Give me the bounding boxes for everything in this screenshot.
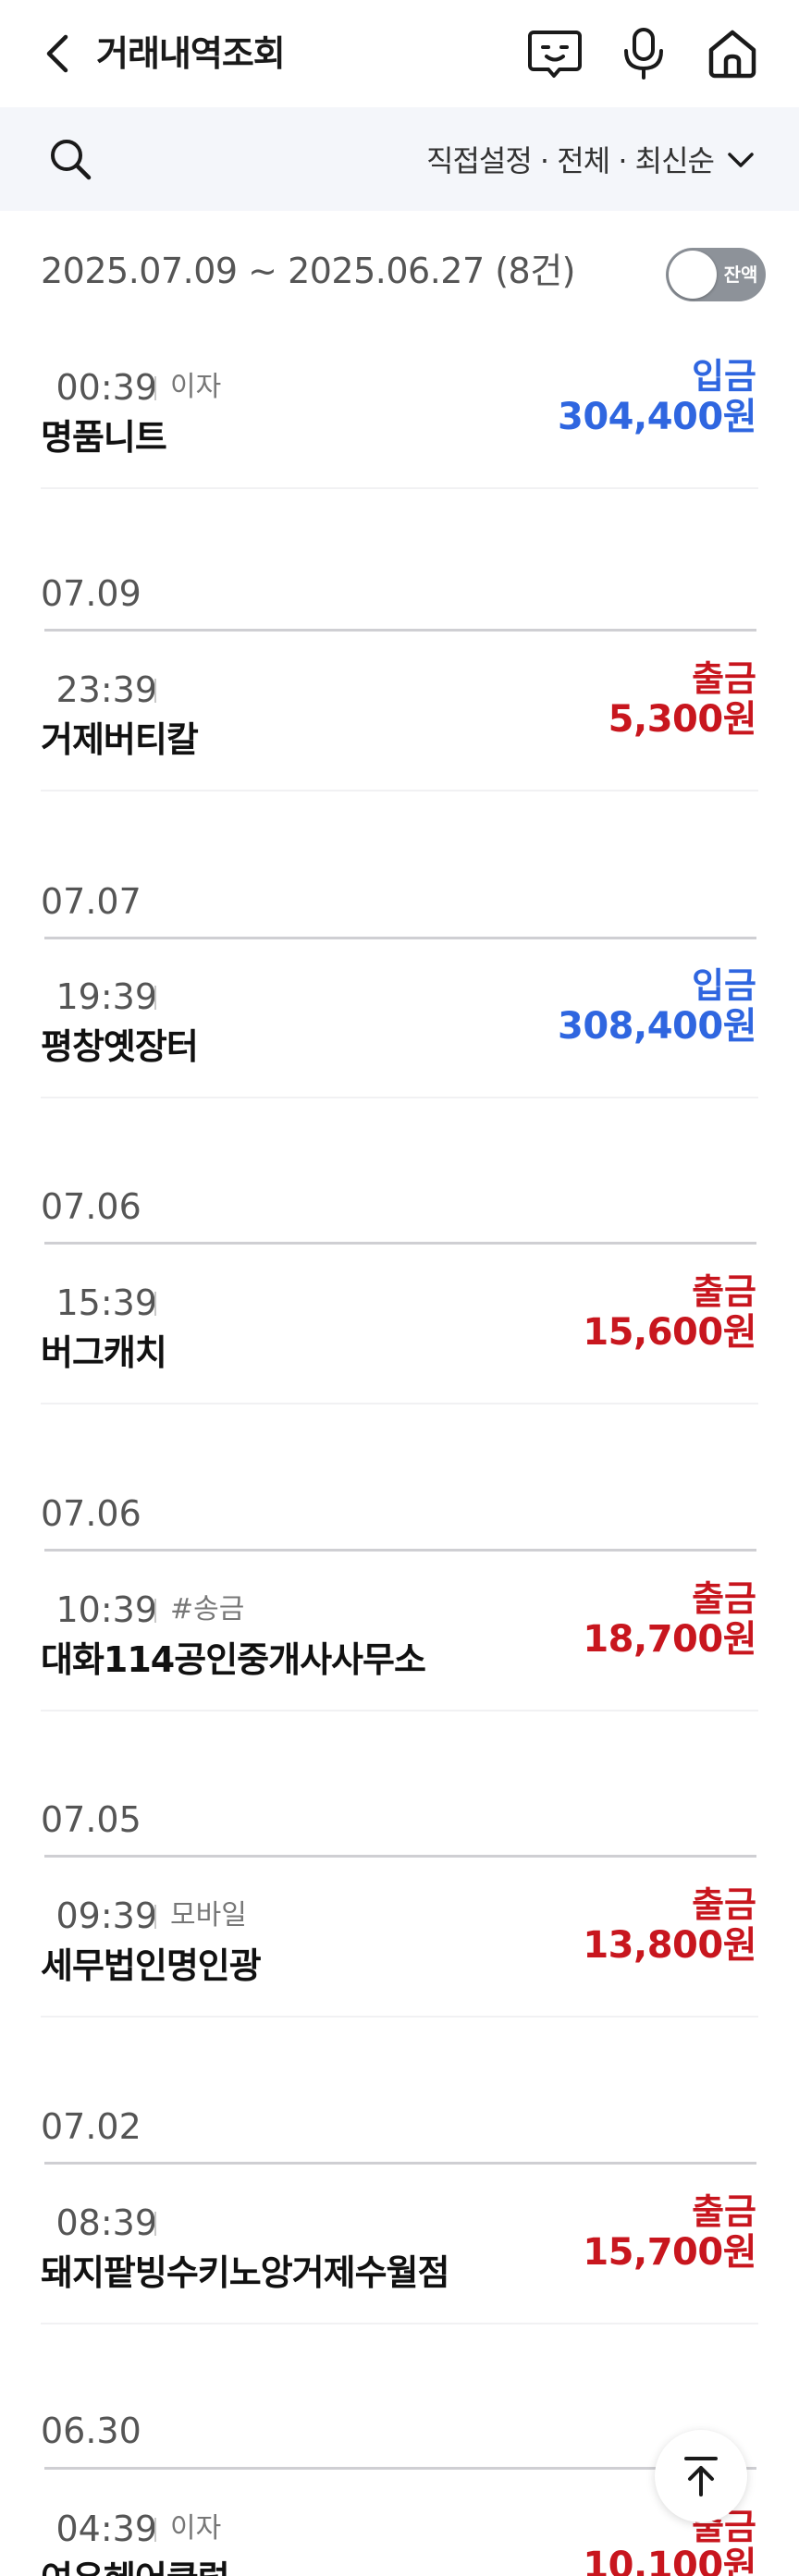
chevron-down-icon — [727, 141, 755, 177]
transaction-type: 출금 — [692, 1884, 756, 1925]
balance-toggle-label: 잔액 — [723, 264, 758, 286]
transaction-type: 출금 — [692, 1578, 756, 1619]
date-range-summary: 2025.07.09 ~ 2025.06.27 (8건) — [41, 251, 576, 291]
date-header: 07.09 — [41, 573, 141, 614]
microphone-icon[interactable] — [614, 24, 673, 83]
transaction-amount: 13,800원 — [583, 1924, 756, 1967]
back-arrow-icon[interactable] — [33, 28, 81, 80]
transaction-amount: 5,300원 — [608, 698, 757, 741]
row-separator — [41, 790, 758, 791]
transaction-amount: 308,400원 — [558, 1005, 757, 1048]
transaction-row[interactable]: 23:39 거제버티칼 출금 5,300원 — [0, 658, 799, 825]
transaction-tag: 이자 — [170, 2512, 222, 2545]
transaction-tag: #송금 — [170, 1593, 245, 1625]
search-icon[interactable] — [43, 131, 98, 187]
row-separator — [41, 1710, 758, 1711]
date-divider — [44, 629, 756, 632]
row-separator — [41, 487, 758, 489]
transaction-time: 04:39 — [55, 2509, 157, 2549]
transaction-time: 08:39 — [55, 2202, 157, 2243]
chatbot-icon[interactable] — [525, 24, 584, 83]
divider — [154, 376, 156, 400]
date-divider — [44, 2162, 756, 2165]
transaction-amount: 15,600원 — [583, 1311, 756, 1354]
date-header: 07.07 — [41, 881, 141, 922]
transaction-time: 10:39 — [55, 1589, 157, 1630]
app-header: 거래내역조회 — [0, 0, 799, 107]
row-separator — [41, 1403, 758, 1405]
transaction-row[interactable]: 00:39 이자 명품니트 입금 304,400원 — [0, 356, 799, 522]
transaction-tag: 이자 — [170, 371, 222, 403]
date-divider — [44, 1549, 756, 1552]
divider — [154, 2212, 156, 2236]
transaction-row[interactable]: 19:39 평창옛장터 입금 308,400원 — [0, 965, 799, 1132]
transaction-row[interactable]: 10:39 #송금 대화114공인중개사사무소 출금 18,700원 — [0, 1578, 799, 1745]
transaction-time: 15:39 — [55, 1282, 157, 1323]
transaction-tag: 모바일 — [170, 1899, 247, 1932]
transaction-row[interactable]: 09:39 모바일 세무법인명인광 출금 13,800원 — [0, 1884, 799, 2051]
arrow-up-icon — [684, 2457, 718, 2496]
divider — [154, 986, 156, 1010]
transaction-time: 19:39 — [55, 976, 157, 1017]
divider — [154, 2518, 156, 2542]
transaction-row[interactable]: 15:39 버그캐치 출금 15,600원 — [0, 1271, 799, 1438]
date-header: 07.02 — [41, 2106, 141, 2147]
transaction-name: 거제버티칼 — [41, 719, 199, 760]
transaction-time: 23:39 — [55, 669, 157, 710]
transaction-name: 명품니트 — [41, 417, 167, 458]
home-icon[interactable] — [703, 24, 762, 83]
transaction-type: 입금 — [692, 965, 756, 1006]
date-divider — [44, 937, 756, 939]
scroll-to-top-button[interactable] — [655, 2430, 747, 2522]
filter-bar: 직접설정 · 전체 · 최신순 — [0, 107, 799, 211]
date-header: 06.30 — [41, 2410, 141, 2451]
transaction-time: 09:39 — [55, 1895, 157, 1936]
transaction-type: 출금 — [692, 658, 756, 699]
page-title: 거래내역조회 — [96, 33, 286, 74]
transaction-name: 버그캐치 — [41, 1332, 167, 1373]
date-divider — [44, 1855, 756, 1858]
transaction-row[interactable]: 08:39 돼지팥빙수키노앙거제수월점 출금 15,700원 — [0, 2191, 799, 2358]
divider — [154, 1905, 156, 1929]
transaction-time: 00:39 — [55, 367, 157, 408]
date-divider — [44, 2467, 756, 2470]
filter-label: 직접설정 · 전체 · 최신순 — [426, 143, 715, 178]
divider — [154, 1599, 156, 1623]
transaction-type: 출금 — [692, 1271, 756, 1312]
balance-toggle[interactable]: 잔액 — [666, 248, 766, 301]
row-separator — [41, 1097, 758, 1098]
transaction-name: 돼지팥빙수키노앙거제수월점 — [41, 2252, 449, 2293]
date-header: 07.06 — [41, 1186, 141, 1227]
transaction-name: 세무법인명인광 — [41, 1945, 262, 1986]
transaction-type: 출금 — [692, 2191, 756, 2232]
row-separator — [41, 2016, 758, 2018]
transaction-name: 여우헤어클럽 — [41, 2555, 230, 2576]
row-separator — [41, 2323, 758, 2325]
divider — [154, 679, 156, 703]
toggle-knob — [669, 251, 717, 299]
transaction-type: 입금 — [692, 356, 756, 397]
transaction-amount: 304,400원 — [558, 396, 757, 438]
filter-dropdown[interactable]: 직접설정 · 전체 · 최신순 — [426, 131, 755, 187]
divider — [154, 1292, 156, 1316]
date-header: 07.06 — [41, 1493, 141, 1534]
date-header: 07.05 — [41, 1799, 141, 1840]
transaction-amount: 10,100원 — [583, 2545, 756, 2576]
date-divider — [44, 1242, 756, 1245]
transaction-name: 평창옛장터 — [41, 1026, 199, 1067]
transaction-name: 대화114공인중개사사무소 — [41, 1639, 426, 1680]
transaction-amount: 18,700원 — [583, 1618, 756, 1661]
transaction-amount: 15,700원 — [583, 2231, 756, 2274]
